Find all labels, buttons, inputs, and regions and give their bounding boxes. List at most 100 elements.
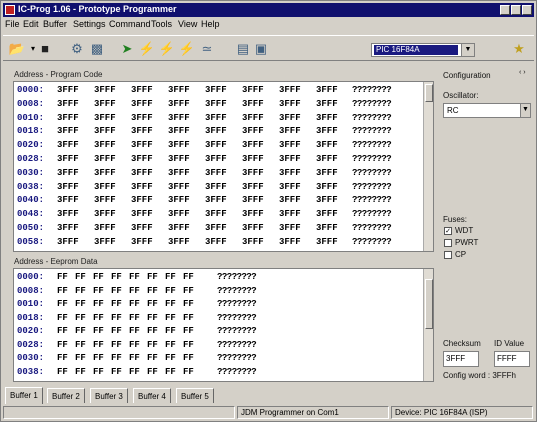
eeprom-cell[interactable]: FF (93, 272, 104, 283)
program-code-cell[interactable]: 3FFF (242, 113, 264, 124)
program-code-cell[interactable]: 3FFF (242, 168, 264, 179)
program-code-cell[interactable]: 3FFF (168, 140, 190, 151)
maximize-button[interactable] (511, 5, 521, 15)
program-code-cell[interactable]: 3FFF (316, 85, 338, 96)
eeprom-cell[interactable]: FF (147, 286, 158, 297)
program-code-cell[interactable]: 3FFF (57, 154, 79, 165)
eeprom-cell[interactable]: FF (57, 326, 68, 337)
eeprom-cell[interactable]: FF (147, 367, 158, 378)
program-code-cell[interactable]: 3FFF (279, 209, 301, 220)
eeprom-cell[interactable]: FF (75, 367, 86, 378)
chip-settings-icon[interactable]: ▩ (89, 41, 105, 57)
eeprom-cell[interactable]: FF (183, 353, 194, 364)
program-code-cell[interactable]: 3FFF (205, 154, 227, 165)
eeprom-cell[interactable]: FF (165, 299, 176, 310)
program-code-cell[interactable]: 3FFF (57, 85, 79, 96)
program-code-cell[interactable]: 3FFF (242, 209, 264, 220)
eeprom-cell[interactable]: FF (111, 367, 122, 378)
program-code-cell[interactable]: 3FFF (279, 85, 301, 96)
menu-file[interactable]: File (5, 19, 20, 29)
program-code-cell[interactable]: 3FFF (279, 237, 301, 248)
eeprom-cell[interactable]: FF (129, 326, 140, 337)
eeprom-cell[interactable]: FF (75, 326, 86, 337)
program-code-cell[interactable]: 3FFF (94, 99, 116, 110)
close-button[interactable] (522, 5, 532, 15)
device-select[interactable]: PIC 16F84A ▼ (371, 43, 475, 57)
eeprom-cell[interactable]: FF (165, 367, 176, 378)
eeprom-cell[interactable]: FF (111, 340, 122, 351)
program-code-cell[interactable]: 3FFF (131, 85, 153, 96)
program-code-grid[interactable]: 0000: 3FFF 3FFF 3FFF 3FFF 3FFF 3FFF 3FFF 3FFF???… (13, 81, 434, 252)
program-code-cell[interactable]: 3FFF (279, 195, 301, 206)
program-chip-icon[interactable]: ⚡ (139, 41, 155, 57)
eeprom-cell[interactable]: FF (57, 367, 68, 378)
minimize-button[interactable] (500, 5, 510, 15)
program-code-cell[interactable]: 3FFF (242, 182, 264, 193)
eeprom-cell[interactable]: FF (111, 326, 122, 337)
menu-command[interactable]: Command (109, 19, 151, 29)
program-code-cell[interactable]: 3FFF (205, 126, 227, 137)
eeprom-cell[interactable]: FF (111, 353, 122, 364)
chevron-down-icon[interactable]: ▼ (461, 44, 474, 56)
program-code-cell[interactable]: 3FFF (131, 195, 153, 206)
program-code-cell[interactable]: 3FFF (316, 113, 338, 124)
eeprom-cell[interactable]: FF (93, 340, 104, 351)
program-code-cell[interactable]: 3FFF (168, 195, 190, 206)
program-code-cell[interactable]: 3FFF (242, 140, 264, 151)
compare-icon[interactable]: ≃ (199, 41, 215, 57)
program-code-cell[interactable]: 3FFF (94, 182, 116, 193)
program-code-cell[interactable]: 3FFF (205, 209, 227, 220)
eeprom-cell[interactable]: FF (93, 326, 104, 337)
program-code-cell[interactable]: 3FFF (57, 99, 79, 110)
program-code-cell[interactable]: 3FFF (242, 195, 264, 206)
program-code-cell[interactable]: 3FFF (205, 85, 227, 96)
program-code-cell[interactable]: 3FFF (316, 126, 338, 137)
program-code-cell[interactable]: 3FFF (205, 182, 227, 193)
program-code-cell[interactable]: 3FFF (316, 99, 338, 110)
gear-icon[interactable]: ⚙ (69, 41, 85, 57)
tab-buffer-3[interactable]: Buffer 3 (90, 388, 128, 403)
program-code-cell[interactable]: 3FFF (131, 126, 153, 137)
eeprom-cell[interactable]: FF (75, 286, 86, 297)
program-code-cell[interactable]: 3FFF (94, 154, 116, 165)
eeprom-cell[interactable]: FF (183, 326, 194, 337)
fuse-pwrt-checkbox[interactable] (444, 239, 452, 247)
fuse-cp-checkbox[interactable] (444, 251, 452, 259)
program-code-cell[interactable]: 3FFF (316, 182, 338, 193)
program-code-cell[interactable]: 3FFF (131, 182, 153, 193)
program-code-cell[interactable]: 3FFF (57, 209, 79, 220)
program-code-cell[interactable]: 3FFF (242, 99, 264, 110)
program-code-cell[interactable]: 3FFF (94, 209, 116, 220)
program-code-cell[interactable]: 3FFF (205, 99, 227, 110)
eeprom-cell[interactable]: FF (129, 286, 140, 297)
program-code-scrollbar[interactable] (423, 82, 433, 251)
program-code-cell[interactable]: 3FFF (57, 168, 79, 179)
program-code-cell[interactable]: 3FFF (316, 168, 338, 179)
program-code-cell[interactable]: 3FFF (94, 113, 116, 124)
eeprom-cell[interactable]: FF (57, 313, 68, 324)
program-code-cell[interactable]: 3FFF (168, 126, 190, 137)
eeprom-cell[interactable]: FF (165, 353, 176, 364)
eeprom-cell[interactable]: FF (165, 286, 176, 297)
program-code-cell[interactable]: 3FFF (94, 168, 116, 179)
eeprom-cell[interactable]: FF (183, 299, 194, 310)
eeprom-cell[interactable]: FF (147, 313, 158, 324)
program-code-cell[interactable]: 3FFF (94, 223, 116, 234)
eeprom-cell[interactable]: FF (129, 313, 140, 324)
tab-buffer-5[interactable]: Buffer 5 (176, 388, 214, 403)
eeprom-cell[interactable]: FF (147, 299, 158, 310)
program-code-cell[interactable]: 3FFF (57, 140, 79, 151)
eeprom-cell[interactable]: FF (165, 313, 176, 324)
eeprom-cell[interactable]: FF (129, 367, 140, 378)
panel-arrows-icon[interactable]: ‹ › (519, 69, 526, 76)
program-code-cell[interactable]: 3FFF (316, 237, 338, 248)
program-code-cell[interactable]: 3FFF (205, 237, 227, 248)
eeprom-cell[interactable]: FF (129, 353, 140, 364)
eeprom-cell[interactable]: FF (75, 340, 86, 351)
scroll-thumb[interactable] (425, 279, 433, 329)
program-code-cell[interactable]: 3FFF (279, 154, 301, 165)
eeprom-cell[interactable]: FF (147, 353, 158, 364)
eeprom-cell[interactable]: FF (183, 313, 194, 324)
eeprom-cell[interactable]: FF (75, 272, 86, 283)
eeprom-scrollbar[interactable] (423, 269, 433, 381)
